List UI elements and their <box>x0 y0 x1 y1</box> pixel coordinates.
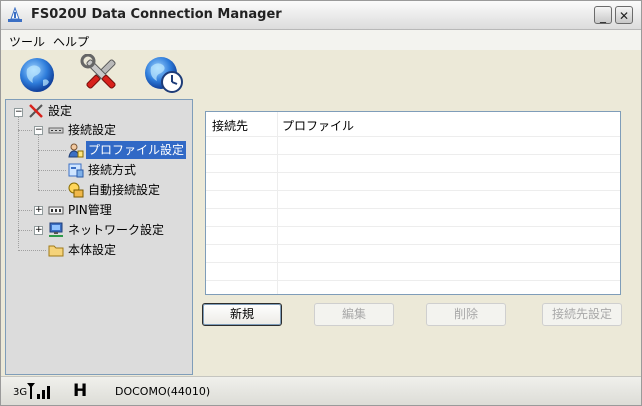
list-header: 接続先 プロファイル <box>206 112 620 136</box>
grid-line <box>206 136 620 137</box>
tree-connector <box>18 130 32 131</box>
tree-item-label: PIN管理 <box>68 203 112 217</box>
tree-connector <box>38 134 39 190</box>
grid-line <box>206 190 620 191</box>
tree-expander-pin[interactable]: + <box>34 206 43 215</box>
grid-line <box>206 262 620 263</box>
grid-line <box>206 154 620 155</box>
menu-help[interactable]: ヘルプ <box>53 33 89 50</box>
close-button[interactable]: ✕ <box>615 6 633 24</box>
tree-item-label: 接続方式 <box>88 163 137 177</box>
column-header-profile[interactable]: プロファイル <box>282 117 354 134</box>
monitor-network-icon <box>49 222 63 237</box>
tree-connector <box>18 230 32 231</box>
tools-icon[interactable] <box>79 54 123 94</box>
folder-icon <box>48 245 64 257</box>
tree-expander-root[interactable]: − <box>14 108 23 117</box>
auto-connect-icon <box>68 182 84 198</box>
globe-connect-icon[interactable] <box>15 54 59 94</box>
mode-indicator: H <box>73 381 88 401</box>
app-icon <box>8 7 22 22</box>
menu-bar: ツール ヘルプ <box>1 30 641 50</box>
window-title: FS020U Data Connection Manager <box>31 7 282 22</box>
tree-connector <box>38 190 66 191</box>
pin-icon <box>48 206 64 215</box>
delete-button[interactable]: 削除 <box>426 303 506 326</box>
edit-button[interactable]: 編集 <box>314 303 394 326</box>
connection-method-icon <box>68 163 84 178</box>
title-bar[interactable]: FS020U Data Connection Manager _ ✕ <box>1 1 641 30</box>
minimize-button[interactable]: _ <box>594 6 612 24</box>
tools-icon <box>29 104 43 118</box>
settings-tree[interactable]: − 設定 − 接続設定 プロファイル設定 接続方式 自動接続設定 + PIN管理… <box>5 99 193 375</box>
column-header-destination[interactable]: 接続先 <box>212 117 248 134</box>
tree-item-label: ネットワーク設定 <box>68 223 165 237</box>
grid-line <box>206 280 620 281</box>
new-button[interactable]: 新規 <box>202 303 282 326</box>
tree-expander-network[interactable]: + <box>34 226 43 235</box>
tree-connector <box>38 150 66 151</box>
grid-line <box>206 226 620 227</box>
grid-line <box>206 244 620 245</box>
tree-connector <box>38 170 66 171</box>
column-divider <box>277 112 278 294</box>
network-icon <box>48 127 64 134</box>
menu-tools[interactable]: ツール <box>9 33 45 50</box>
tree-expander-connection[interactable]: − <box>34 126 43 135</box>
tree-item-label: 自動接続設定 <box>88 183 161 197</box>
tree-connector <box>18 210 32 211</box>
tree-connector <box>18 250 46 251</box>
app-window: FS020U Data Connection Manager _ ✕ ツール ヘ… <box>0 0 642 406</box>
connection-settings-button[interactable]: 接続先設定 <box>542 303 622 326</box>
tree-item-label: 接続設定 <box>68 123 117 137</box>
status-bar: 3G H DOCOMO(44010) <box>1 376 641 405</box>
tree-item-label: 設定 <box>48 104 73 118</box>
profile-user-icon <box>68 143 84 158</box>
carrier-label: DOCOMO(44010) <box>115 385 211 398</box>
globe-clock-icon[interactable] <box>141 54 185 94</box>
grid-line <box>206 208 620 209</box>
signal-strength-icon <box>27 383 50 399</box>
tree-item-label: プロファイル設定 <box>86 141 187 159</box>
tree-item-label: 本体設定 <box>68 243 117 257</box>
grid-line <box>206 172 620 173</box>
profile-list[interactable]: 接続先 プロファイル <box>205 111 621 295</box>
toolbar <box>1 50 641 97</box>
tree-connector <box>18 116 19 248</box>
network-type-label: 3G <box>13 387 28 398</box>
